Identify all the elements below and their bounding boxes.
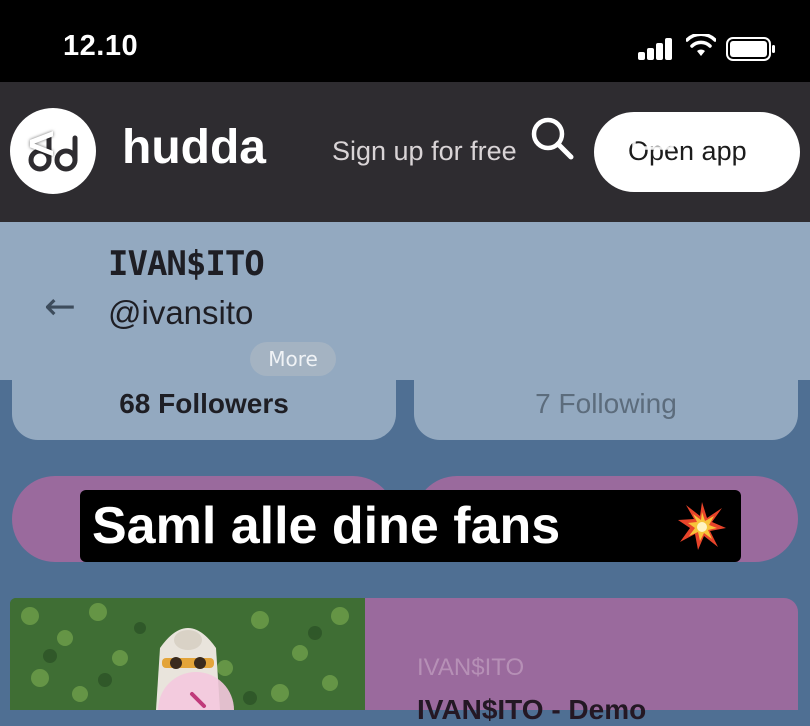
signup-link[interactable]: Sign up for free (332, 136, 517, 167)
search-icon[interactable] (528, 114, 576, 162)
video-caption: Saml alle dine fans (80, 490, 741, 562)
thumbnail-image (10, 598, 365, 710)
release-title: IVAN$ITO - Demo (417, 694, 647, 725)
followers-count: 68 Followers (119, 388, 289, 419)
following-count: 7 Following (535, 388, 677, 419)
back-chevron-icon[interactable]: < (28, 116, 55, 170)
camera-icon[interactable] (630, 112, 676, 152)
status-bar: 12.10 (0, 0, 810, 82)
release-artist: IVAN$ITO (417, 654, 525, 681)
profile-handle: @ivansito (108, 294, 254, 331)
open-app-button[interactable]: Open app (594, 112, 800, 192)
signal-icon (638, 38, 674, 60)
release-card[interactable]: IVAN$ITO IVAN$ITO - Demo (365, 598, 798, 725)
more-vertical-icon[interactable] (745, 118, 765, 150)
wifi-icon (686, 34, 716, 56)
profile-display-name: IVAN$ITO (108, 244, 265, 284)
caption-text: Saml alle dine fans (92, 497, 561, 555)
battery-icon (726, 37, 775, 61)
collision-burst-icon (678, 502, 726, 550)
following-card[interactable]: 7 Following (414, 380, 798, 440)
status-time: 12.10 (63, 30, 139, 62)
app-header: < hudda Sign up for free Open app (0, 82, 810, 222)
more-button[interactable]: More (250, 342, 336, 376)
followers-card[interactable]: 68 Followers (12, 380, 396, 440)
brand-name: hudda (122, 121, 266, 174)
back-arrow-icon[interactable]: ← (44, 284, 76, 328)
profile-header: IVAN$ITO ← @ivansito More (0, 222, 810, 380)
release-thumbnail[interactable] (10, 598, 365, 710)
